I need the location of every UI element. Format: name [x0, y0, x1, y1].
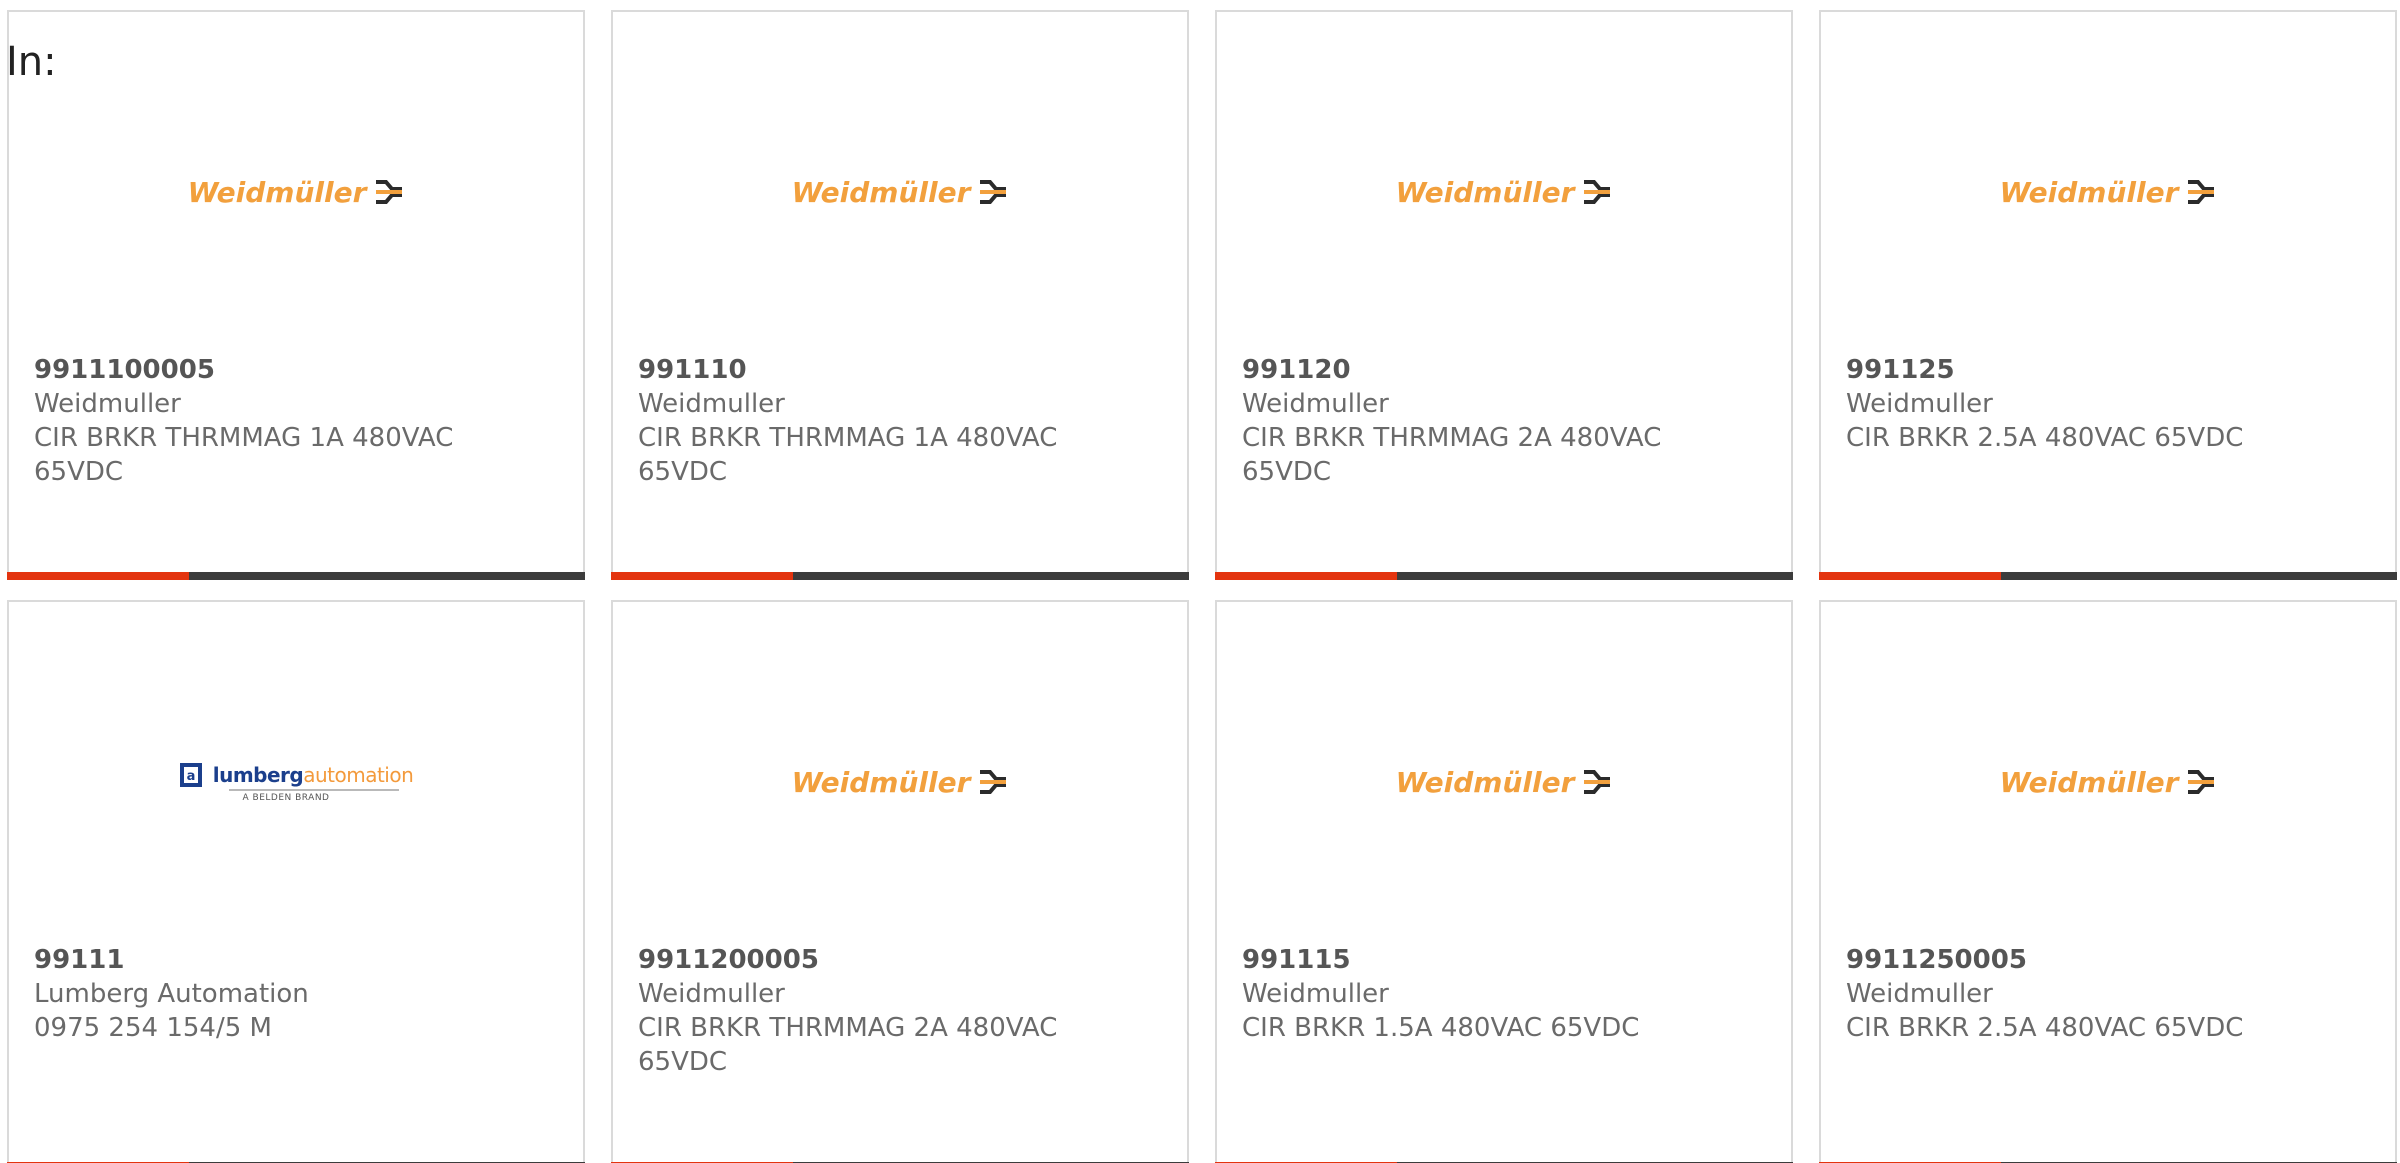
manufacturer-name: Weidmuller: [638, 389, 785, 419]
weidmuller-logo: Weidmüller: [1396, 176, 1613, 209]
part-number[interactable]: 991120: [1242, 353, 1766, 387]
weidmuller-cross-icon: [376, 180, 403, 204]
product-card[interactable]: a lumbergautomation A BELDEN BRAND 99111…: [7, 600, 585, 1163]
manufacturer-name: Weidmuller: [1242, 389, 1389, 419]
manufacturer-logo: Weidmüller: [613, 742, 1187, 822]
weidmuller-cross-icon: [980, 180, 1007, 204]
card-bottom-bar: [1819, 572, 2397, 580]
weidmuller-logo: Weidmüller: [1396, 766, 1613, 799]
weidmuller-logo: Weidmüller: [2000, 766, 2217, 799]
product-grid: Weidmüller 9911100005 Weidmuller CIR BRK…: [7, 10, 2397, 1163]
part-number[interactable]: 99111: [34, 943, 558, 977]
card-bar-accent: [611, 572, 793, 580]
in-label: In:: [6, 39, 57, 85]
manufacturer-logo: Weidmüller: [9, 152, 583, 232]
weidmuller-cross-icon: [2188, 770, 2215, 794]
manufacturer-name: Weidmuller: [34, 389, 181, 419]
card-bottom-bar: [1215, 572, 1793, 580]
product-info: 9911200005 Weidmuller CIR BRKR THRMMAG 2…: [638, 943, 1162, 1079]
lumberg-automation-logo: a lumbergautomation A BELDEN BRAND: [179, 762, 414, 803]
card-bottom-bar: [611, 572, 1189, 580]
part-number[interactable]: 991110: [638, 353, 1162, 387]
weidmuller-cross-icon: [1584, 770, 1611, 794]
weidmuller-logo: Weidmüller: [188, 176, 405, 209]
part-number[interactable]: 9911200005: [638, 943, 1162, 977]
manufacturer-name: Lumberg Automation: [34, 979, 309, 1009]
product-info: 991110 Weidmuller CIR BRKR THRMMAG 1A 48…: [638, 353, 1162, 489]
manufacturer-logo: Weidmüller: [1821, 742, 2395, 822]
weidmuller-logo: Weidmüller: [792, 176, 1009, 209]
product-card[interactable]: Weidmüller 9911200005 Weidmuller CIR BRK…: [611, 600, 1189, 1163]
product-info: 9911250005 Weidmuller CIR BRKR 2.5A 480V…: [1846, 943, 2370, 1045]
manufacturer-logo: Weidmüller: [1217, 152, 1791, 232]
product-description: CIR BRKR THRMMAG 1A 480VAC 65VDC: [34, 423, 454, 487]
manufacturer-logo: Weidmüller: [1821, 152, 2395, 232]
svg-text:a: a: [186, 769, 195, 784]
card-bar-accent: [7, 572, 189, 580]
product-info: 991120 Weidmuller CIR BRKR THRMMAG 2A 48…: [1242, 353, 1766, 489]
manufacturer-name: Weidmuller: [1846, 979, 1993, 1009]
product-card[interactable]: Weidmüller 9911250005 Weidmuller CIR BRK…: [1819, 600, 2397, 1163]
product-card[interactable]: Weidmüller 991110 Weidmuller CIR BRKR TH…: [611, 10, 1189, 580]
lumberg-square-icon: a: [179, 762, 202, 787]
product-description: CIR BRKR THRMMAG 2A 480VAC 65VDC: [1242, 423, 1662, 487]
manufacturer-logo: Weidmüller: [613, 152, 1187, 232]
manufacturer-name: Weidmuller: [1242, 979, 1389, 1009]
manufacturer-logo: a lumbergautomation A BELDEN BRAND: [9, 742, 583, 822]
part-number[interactable]: 9911250005: [1846, 943, 2370, 977]
card-bar-accent: [1215, 572, 1397, 580]
product-description: CIR BRKR THRMMAG 2A 480VAC 65VDC: [638, 1013, 1058, 1077]
product-info: 9911100005 Weidmuller CIR BRKR THRMMAG 1…: [34, 353, 558, 489]
product-description: CIR BRKR 1.5A 480VAC 65VDC: [1242, 1013, 1640, 1043]
card-bottom-bar: [7, 572, 585, 580]
weidmuller-cross-icon: [980, 770, 1007, 794]
manufacturer-name: Weidmuller: [638, 979, 785, 1009]
weidmuller-logo: Weidmüller: [792, 766, 1009, 799]
manufacturer-logo: Weidmüller: [1217, 742, 1791, 822]
product-info: 99111 Lumberg Automation 0975 254 154/5 …: [34, 943, 558, 1045]
product-info: 991125 Weidmuller CIR BRKR 2.5A 480VAC 6…: [1846, 353, 2370, 455]
weidmuller-cross-icon: [2188, 180, 2215, 204]
product-description: CIR BRKR 2.5A 480VAC 65VDC: [1846, 423, 2244, 453]
card-bar-accent: [1819, 572, 2001, 580]
weidmuller-logo: Weidmüller: [2000, 176, 2217, 209]
product-description: 0975 254 154/5 M: [34, 1013, 272, 1043]
results-page: In: Weidmüller 9911100005 Weidmuller CIR…: [0, 0, 2400, 1163]
part-number[interactable]: 991125: [1846, 353, 2370, 387]
weidmuller-cross-icon: [1584, 180, 1611, 204]
product-info: 991115 Weidmuller CIR BRKR 1.5A 480VAC 6…: [1242, 943, 1766, 1045]
part-number[interactable]: 9911100005: [34, 353, 558, 387]
product-card[interactable]: Weidmüller 991125 Weidmuller CIR BRKR 2.…: [1819, 10, 2397, 580]
part-number[interactable]: 991115: [1242, 943, 1766, 977]
product-description: CIR BRKR 2.5A 480VAC 65VDC: [1846, 1013, 2244, 1043]
manufacturer-name: Weidmuller: [1846, 389, 1993, 419]
product-card[interactable]: Weidmüller 9911100005 Weidmuller CIR BRK…: [7, 10, 585, 580]
product-card[interactable]: Weidmüller 991120 Weidmuller CIR BRKR TH…: [1215, 10, 1793, 580]
product-description: CIR BRKR THRMMAG 1A 480VAC 65VDC: [638, 423, 1058, 487]
product-card[interactable]: Weidmüller 991115 Weidmuller CIR BRKR 1.…: [1215, 600, 1793, 1163]
